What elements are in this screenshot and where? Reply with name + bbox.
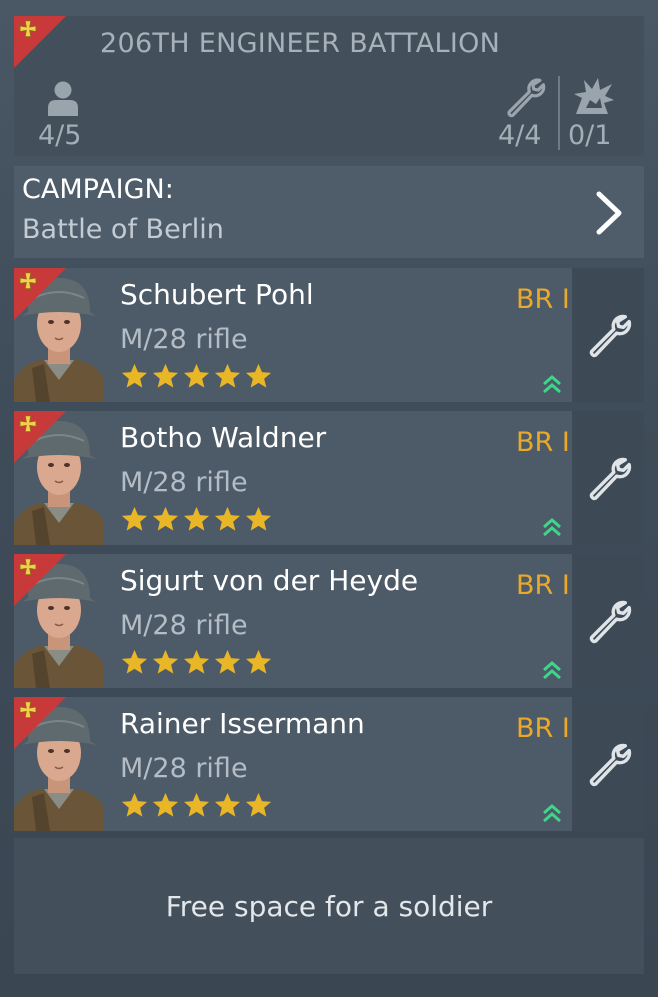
battle-rating: BR I [516,713,570,744]
soldier-rating [120,505,273,534]
battle-rating: BR I [516,570,570,601]
soldier-rating [120,791,273,820]
soldier-weapon: M/28 rifle [120,467,248,498]
wrench-icon[interactable] [586,455,632,501]
star-icon [121,649,148,674]
soldier-card[interactable]: Sigurt von der Heyde M/28 rifle BR I [14,554,644,688]
equipment-button[interactable] [572,268,644,402]
squad-title: 206TH ENGINEER BATTALION [100,28,501,59]
soldier-card-body[interactable]: Schubert Pohl M/28 rifle BR I [14,268,572,402]
soldier-card[interactable]: Rainer Issermann M/28 rifle BR I [14,697,644,831]
star-icon [152,649,179,674]
soldier-rating [120,362,273,391]
rank-up-icon [543,804,561,823]
engineers-count: 4/4 [498,120,542,151]
star-icon [152,792,179,817]
star-icon [245,792,272,817]
soldier-name: Schubert Pohl [120,278,314,311]
star-icon [214,649,241,674]
star-icon [183,649,210,674]
wrench-icon[interactable] [586,312,632,358]
soldier-name: Rainer Issermann [120,707,365,740]
iron-cross-icon [19,20,37,37]
wrench-icon[interactable] [586,598,632,644]
iron-cross-icon [19,701,37,718]
wrench-icon[interactable] [586,741,632,787]
iron-cross-icon [19,558,37,575]
rank-up-icon [543,518,561,537]
iron-cross-icon [19,272,37,289]
soldier-weapon: M/28 rifle [120,610,248,641]
star-icon [183,363,210,388]
star-icon [183,792,210,817]
campaign-label: CAMPAIGN: [22,174,174,205]
campaign-selector[interactable]: CAMPAIGN: Battle of Berlin [14,166,644,258]
rank-up-icon [543,661,561,680]
star-icon [245,363,272,388]
iron-cross-icon [19,415,37,432]
star-icon [214,792,241,817]
star-icon [152,506,179,531]
battle-rating: BR I [516,284,570,315]
star-icon [214,506,241,531]
explosion-icon [574,78,614,114]
battle-rating: BR I [516,427,570,458]
soldier-card[interactable]: Schubert Pohl M/28 rifle BR I [14,268,644,402]
soldier-weapon: M/28 rifle [120,324,248,355]
stats-divider [558,76,560,150]
chevron-right-icon[interactable] [589,190,629,236]
soldier-card-body[interactable]: Sigurt von der Heyde M/28 rifle BR I [14,554,572,688]
free-soldier-slot[interactable]: Free space for a soldier [14,838,644,974]
star-icon [152,363,179,388]
soldier-card[interactable]: Botho Waldner M/28 rifle BR I [14,411,644,545]
soldier-card-body[interactable]: Rainer Issermann M/28 rifle BR I [14,697,572,831]
soldier-card-body[interactable]: Botho Waldner M/28 rifle BR I [14,411,572,545]
star-icon [121,792,148,817]
star-icon [214,363,241,388]
soldier-rating [120,648,273,677]
soldier-name: Sigurt von der Heyde [120,564,419,597]
star-icon [183,506,210,531]
soldier-name: Botho Waldner [120,421,327,454]
squad-header: 206TH ENGINEER BATTALION 4/5 4/4 0/1 [14,16,644,156]
soldiers-count: 4/5 [38,120,82,151]
equipment-button[interactable] [572,554,644,688]
soldier-weapon: M/28 rifle [120,753,248,784]
star-icon [245,649,272,674]
wrench-icon [507,78,546,118]
rank-up-icon [543,375,561,394]
special-count: 0/1 [568,120,612,151]
star-icon [121,506,148,531]
star-icon [245,506,272,531]
star-icon [121,363,148,388]
person-icon [48,81,78,116]
free-slot-label: Free space for a soldier [165,890,493,923]
equipment-button[interactable] [572,697,644,831]
equipment-button[interactable] [572,411,644,545]
campaign-name: Battle of Berlin [22,214,224,245]
